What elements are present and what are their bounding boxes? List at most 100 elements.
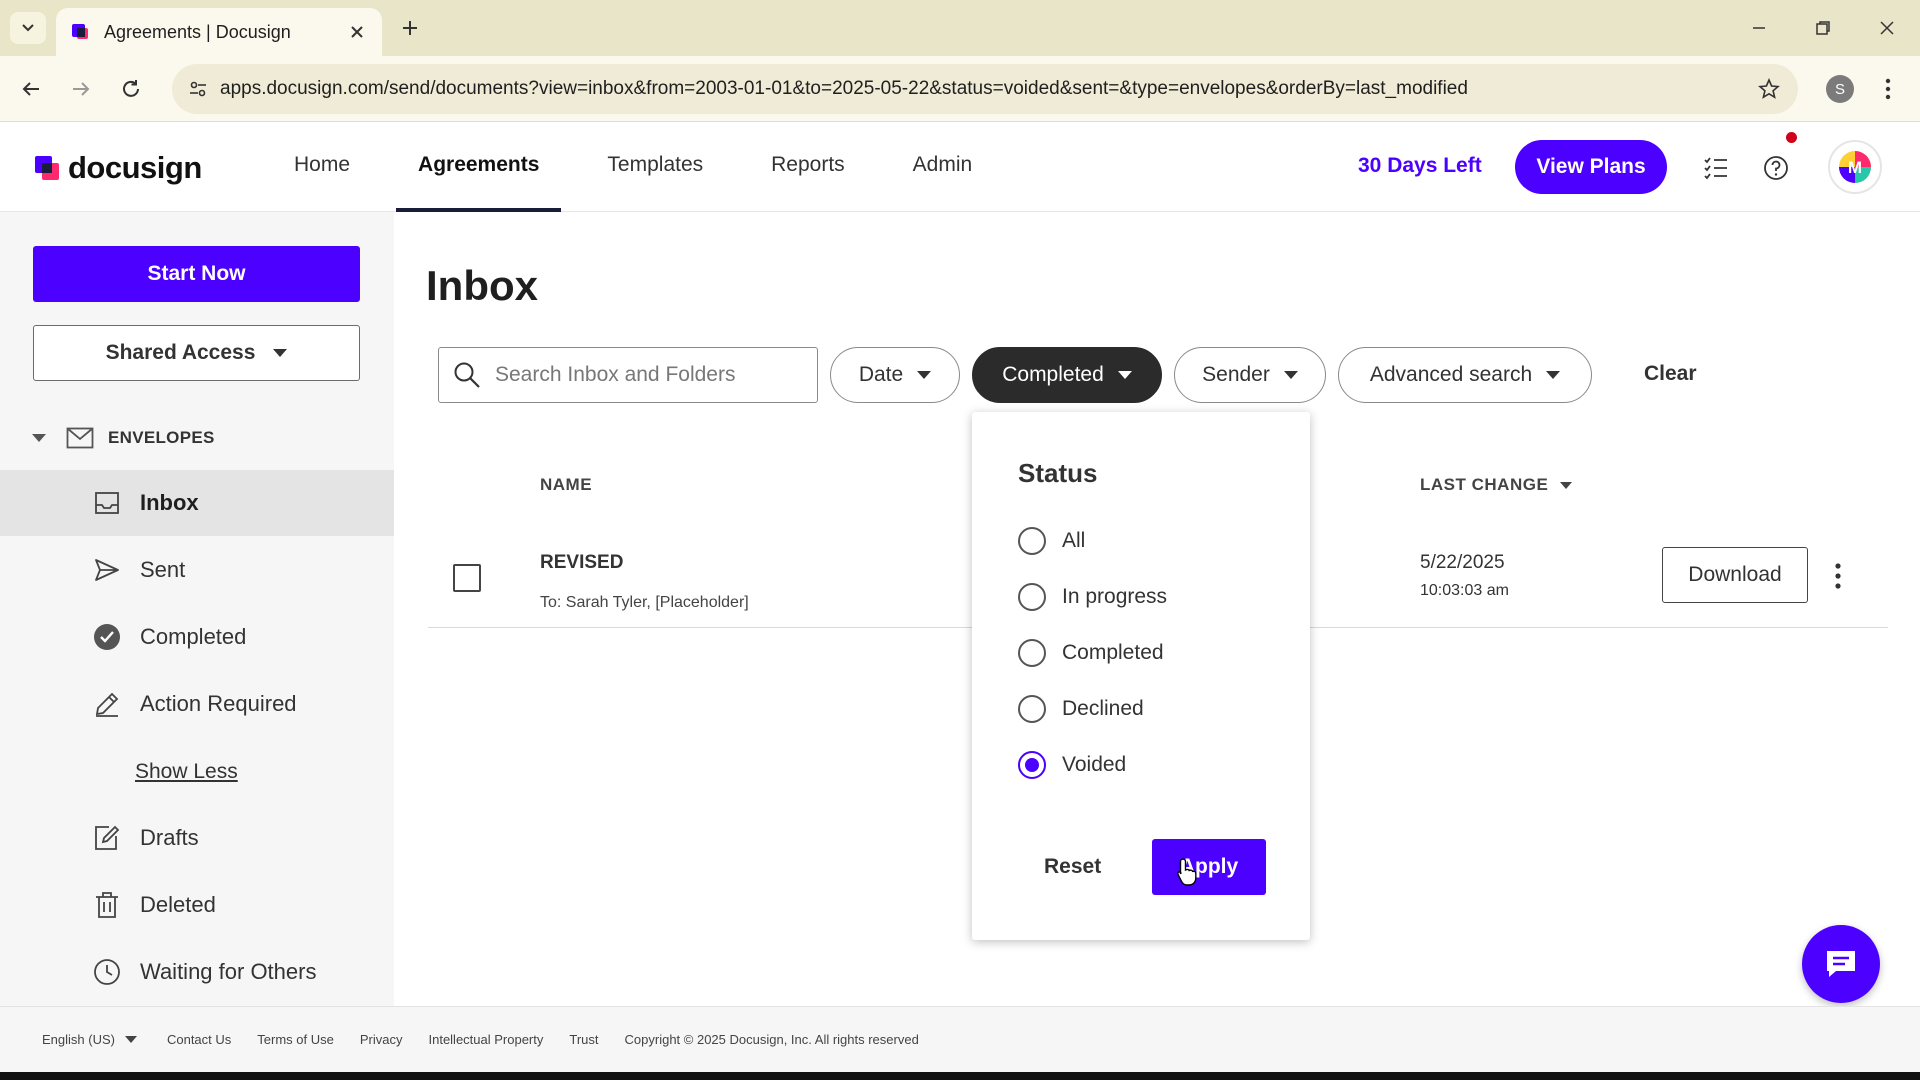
radio-button[interactable]	[1018, 695, 1046, 723]
reload-icon[interactable]	[116, 74, 146, 104]
user-avatar[interactable]: M	[1828, 140, 1882, 194]
inbox-icon	[92, 488, 122, 518]
status-option-voided[interactable]: Voided	[1018, 749, 1126, 781]
row-checkbox[interactable]	[453, 564, 481, 592]
status-option-in-progress[interactable]: In progress	[1018, 581, 1167, 613]
close-tab-icon[interactable]	[346, 21, 368, 43]
sidebar-item-waiting-for-others[interactable]: Waiting for Others	[0, 939, 394, 1005]
status-option-completed[interactable]: Completed	[1018, 637, 1164, 669]
status-option-declined[interactable]: Declined	[1018, 693, 1144, 725]
download-button[interactable]: Download	[1662, 547, 1808, 603]
sidebar-item-action-required[interactable]: Action Required	[0, 671, 394, 737]
advanced-search-filter[interactable]: Advanced search	[1338, 347, 1592, 403]
browser-tab[interactable]: Agreements | Docusign	[56, 8, 382, 56]
start-now-button[interactable]: Start Now	[33, 246, 360, 302]
sidebar-item-label: Deleted	[140, 892, 216, 917]
footer-link-privacy[interactable]: Privacy	[360, 1032, 403, 1047]
more-options-icon[interactable]	[1826, 558, 1850, 594]
clear-filters-button[interactable]: Clear	[1644, 362, 1697, 386]
sidebar-item-label: Waiting for Others	[140, 959, 317, 984]
mouse-cursor-icon	[1177, 858, 1197, 886]
avatar-initial: M	[1848, 158, 1862, 177]
new-tab-icon[interactable]	[396, 14, 424, 42]
pen-icon	[92, 689, 122, 719]
caret-down-icon	[1283, 371, 1298, 379]
envelope-icon	[66, 427, 94, 449]
help-icon[interactable]	[1761, 153, 1791, 183]
browser-menu-icon[interactable]	[1876, 74, 1900, 104]
footer-link-intellectual-property[interactable]: Intellectual Property	[428, 1032, 543, 1047]
nav-templates[interactable]: Templates	[585, 122, 725, 212]
caret-down-icon	[273, 349, 288, 357]
sidebar-item-completed[interactable]: Completed	[0, 604, 394, 670]
trial-days-left[interactable]: 30 Days Left	[1358, 154, 1482, 178]
shared-access-dropdown[interactable]: Shared Access	[33, 325, 360, 381]
bookmark-star-icon[interactable]	[1756, 76, 1782, 102]
nav-admin[interactable]: Admin	[891, 122, 995, 212]
browser-tab-bar: Agreements | Docusign	[0, 0, 1920, 56]
nav-home[interactable]: Home	[272, 122, 372, 212]
avatar-badge-icon: M	[1839, 151, 1871, 183]
url-text: apps.docusign.com/send/documents?view=in…	[220, 78, 1468, 99]
radio-button[interactable]	[1018, 583, 1046, 611]
sender-filter[interactable]: Sender	[1174, 347, 1326, 403]
site-settings-icon[interactable]	[186, 77, 210, 101]
notification-dot	[1786, 132, 1797, 143]
envelopes-section-toggle[interactable]: ENVELOPES	[32, 424, 215, 452]
caret-down-icon	[917, 371, 932, 379]
chat-button[interactable]	[1802, 925, 1880, 1003]
date-filter-label: Date	[858, 363, 904, 386]
last-change-time: 10:03:03 am	[1420, 582, 1509, 599]
status-option-all[interactable]: All	[1018, 525, 1085, 557]
forward-icon[interactable]	[66, 74, 96, 104]
browser-profile-avatar[interactable]: S	[1826, 75, 1854, 103]
footer-link-trust[interactable]: Trust	[569, 1032, 598, 1047]
sidebar-item-label: Completed	[140, 624, 247, 649]
close-window-icon[interactable]	[1872, 14, 1902, 42]
sidebar-item-drafts[interactable]: Drafts	[0, 805, 394, 871]
browser-toolbar: apps.docusign.com/send/documents?view=in…	[0, 56, 1920, 122]
caret-down-icon	[1546, 371, 1561, 379]
back-icon[interactable]	[16, 74, 46, 104]
status-dropdown-title: Status	[1018, 458, 1098, 488]
envelopes-label: ENVELOPES	[108, 428, 215, 447]
radio-button[interactable]	[1018, 639, 1046, 667]
status-filter[interactable]: Completed	[972, 347, 1162, 403]
sidebar-item-deleted[interactable]: Deleted	[0, 872, 394, 938]
checklist-icon[interactable]	[1701, 153, 1731, 183]
search-input[interactable]	[495, 363, 795, 387]
sidebar-item-label: Action Required	[140, 691, 297, 716]
draft-icon	[92, 823, 122, 853]
radio-button[interactable]	[1018, 527, 1046, 555]
advanced-search-label: Advanced search	[1369, 363, 1533, 386]
trash-icon	[92, 890, 122, 920]
search-icon	[454, 362, 480, 388]
sidebar-item-label: Drafts	[140, 825, 199, 850]
docusign-logo[interactable]: docusign	[34, 150, 202, 186]
restore-icon[interactable]	[1808, 14, 1838, 42]
apply-button[interactable]: Apply	[1152, 839, 1266, 895]
footer-link-contact-us[interactable]: Contact Us	[167, 1032, 231, 1047]
check-circle-icon	[92, 622, 122, 652]
clock-icon	[92, 957, 122, 987]
reset-button[interactable]: Reset	[1044, 855, 1101, 879]
nav-reports[interactable]: Reports	[749, 122, 867, 212]
sidebar-item-sent[interactable]: Sent	[0, 537, 394, 603]
radio-button-selected[interactable]	[1018, 751, 1046, 779]
nav-agreements[interactable]: Agreements	[396, 122, 562, 212]
view-plans-button[interactable]: View Plans	[1515, 140, 1667, 194]
footer-link-terms-of-use[interactable]: Terms of Use	[257, 1032, 334, 1047]
date-filter[interactable]: Date	[830, 347, 960, 403]
tab-search-button[interactable]	[10, 12, 46, 44]
column-header-name[interactable]: NAME	[540, 475, 592, 495]
envelope-name[interactable]: REVISED	[540, 552, 623, 574]
show-less-link[interactable]: Show Less	[135, 760, 238, 784]
last-change-label: LAST CHANGE	[1420, 475, 1549, 494]
column-header-last-change[interactable]: LAST CHANGE	[1420, 475, 1573, 495]
search-field[interactable]	[438, 347, 818, 403]
minimize-icon[interactable]	[1744, 14, 1774, 42]
language-selector[interactable]: English (US)	[42, 1032, 137, 1047]
address-bar[interactable]: apps.docusign.com/send/documents?view=in…	[172, 64, 1798, 114]
sidebar-item-inbox[interactable]: Inbox	[0, 470, 394, 536]
tab-title: Agreements | Docusign	[104, 21, 291, 42]
